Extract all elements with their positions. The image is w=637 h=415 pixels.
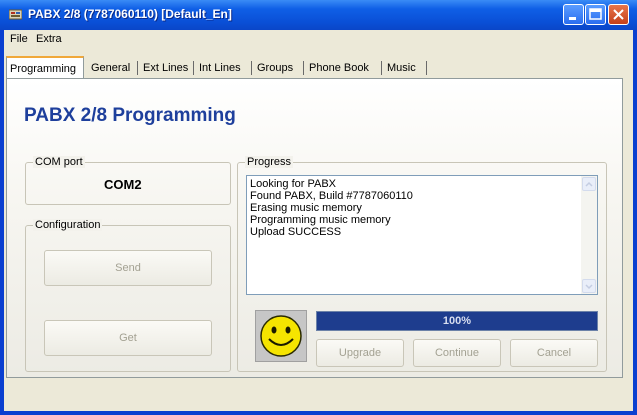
scroll-down-button[interactable] — [582, 279, 596, 293]
log-line: Upload SUCCESS — [250, 226, 342, 238]
close-icon — [613, 9, 624, 20]
menu-extra[interactable]: Extra — [36, 33, 62, 45]
cancel-button[interactable]: Cancel — [510, 339, 598, 367]
configuration-label: Configuration — [33, 219, 103, 231]
continue-button[interactable]: Continue — [413, 339, 501, 367]
chevron-up-icon — [585, 181, 593, 187]
log-scrollbar[interactable] — [581, 176, 597, 294]
menu-file[interactable]: File — [10, 33, 28, 45]
com-port-value: COM2 — [104, 177, 142, 192]
tab-separator — [303, 61, 304, 75]
log-line: Erasing music memory — [250, 202, 362, 214]
tab-separator — [193, 61, 194, 75]
close-button[interactable] — [608, 4, 629, 25]
log-line: Found PABX, Build #7787060110 — [250, 190, 413, 202]
window-title: PABX 2/8 (7787060110) [Default_En] — [28, 7, 232, 21]
tab-programming[interactable]: Programming — [6, 56, 84, 78]
maximize-icon — [589, 8, 602, 20]
upload-progress-bar: 100% — [316, 311, 598, 331]
page-title: PABX 2/8 Programming — [24, 105, 236, 126]
progress-percent: 100% — [442, 315, 472, 327]
smiley-face-icon — [260, 315, 302, 357]
maximize-button[interactable] — [585, 4, 606, 25]
continue-button-label: Continue — [434, 347, 480, 359]
tab-groups[interactable]: Groups — [254, 58, 296, 78]
tab-separator — [251, 61, 252, 75]
tab-phone-book[interactable]: Phone Book — [306, 58, 372, 78]
title-bar[interactable]: PABX 2/8 (7787060110) [Default_En] — [0, 0, 637, 30]
progress-label: Progress — [245, 156, 294, 168]
scroll-up-button[interactable] — [582, 177, 596, 191]
tab-separator — [426, 61, 427, 75]
tab-separator — [381, 61, 382, 75]
log-line: Programming music memory — [250, 214, 391, 226]
com-port-label: COM port — [33, 156, 85, 168]
app-icon — [9, 9, 22, 20]
tab-general[interactable]: General — [88, 58, 133, 78]
minimize-icon — [569, 17, 576, 20]
status-indicator — [255, 310, 307, 362]
get-button[interactable]: Get — [44, 320, 212, 356]
progress-log[interactable]: Looking for PABX Found PABX, Build #7787… — [246, 175, 598, 295]
menu-bar: File Extra — [4, 30, 633, 50]
minimize-button[interactable] — [563, 4, 584, 25]
upgrade-button-label: Upgrade — [338, 347, 382, 359]
tab-ext-lines[interactable]: Ext Lines — [140, 58, 191, 78]
log-line: Looking for PABX — [250, 178, 337, 190]
upgrade-button[interactable]: Upgrade — [316, 339, 404, 367]
tab-int-lines[interactable]: Int Lines — [196, 58, 244, 78]
tab-separator — [137, 61, 138, 75]
send-button[interactable]: Send — [44, 250, 212, 286]
send-button-label: Send — [115, 262, 141, 274]
chevron-down-icon — [585, 284, 593, 290]
tab-music[interactable]: Music — [384, 58, 419, 78]
get-button-label: Get — [119, 332, 137, 344]
cancel-button-label: Cancel — [536, 347, 572, 359]
